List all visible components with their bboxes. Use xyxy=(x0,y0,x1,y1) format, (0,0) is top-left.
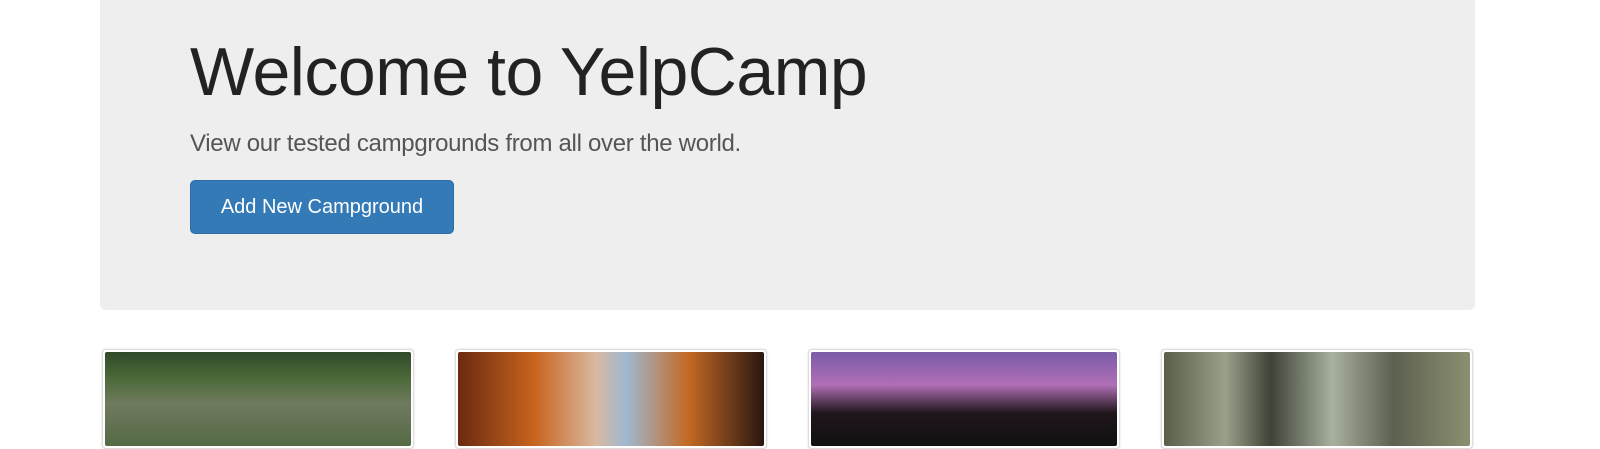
page-title: Welcome to YelpCamp xyxy=(190,34,868,110)
page-subtitle: View our tested campgrounds from all ove… xyxy=(190,130,741,157)
campground-image[interactable] xyxy=(1164,352,1470,446)
campground-thumbnail[interactable] xyxy=(102,349,414,449)
campground-image[interactable] xyxy=(105,352,411,446)
campground-thumbnail[interactable] xyxy=(808,349,1120,449)
campground-image[interactable] xyxy=(458,352,764,446)
campground-thumbnail[interactable] xyxy=(455,349,767,449)
campground-image[interactable] xyxy=(811,352,1117,446)
campground-thumbnail[interactable] xyxy=(1161,349,1473,449)
add-new-campground-button[interactable]: Add New Campground xyxy=(190,180,454,234)
